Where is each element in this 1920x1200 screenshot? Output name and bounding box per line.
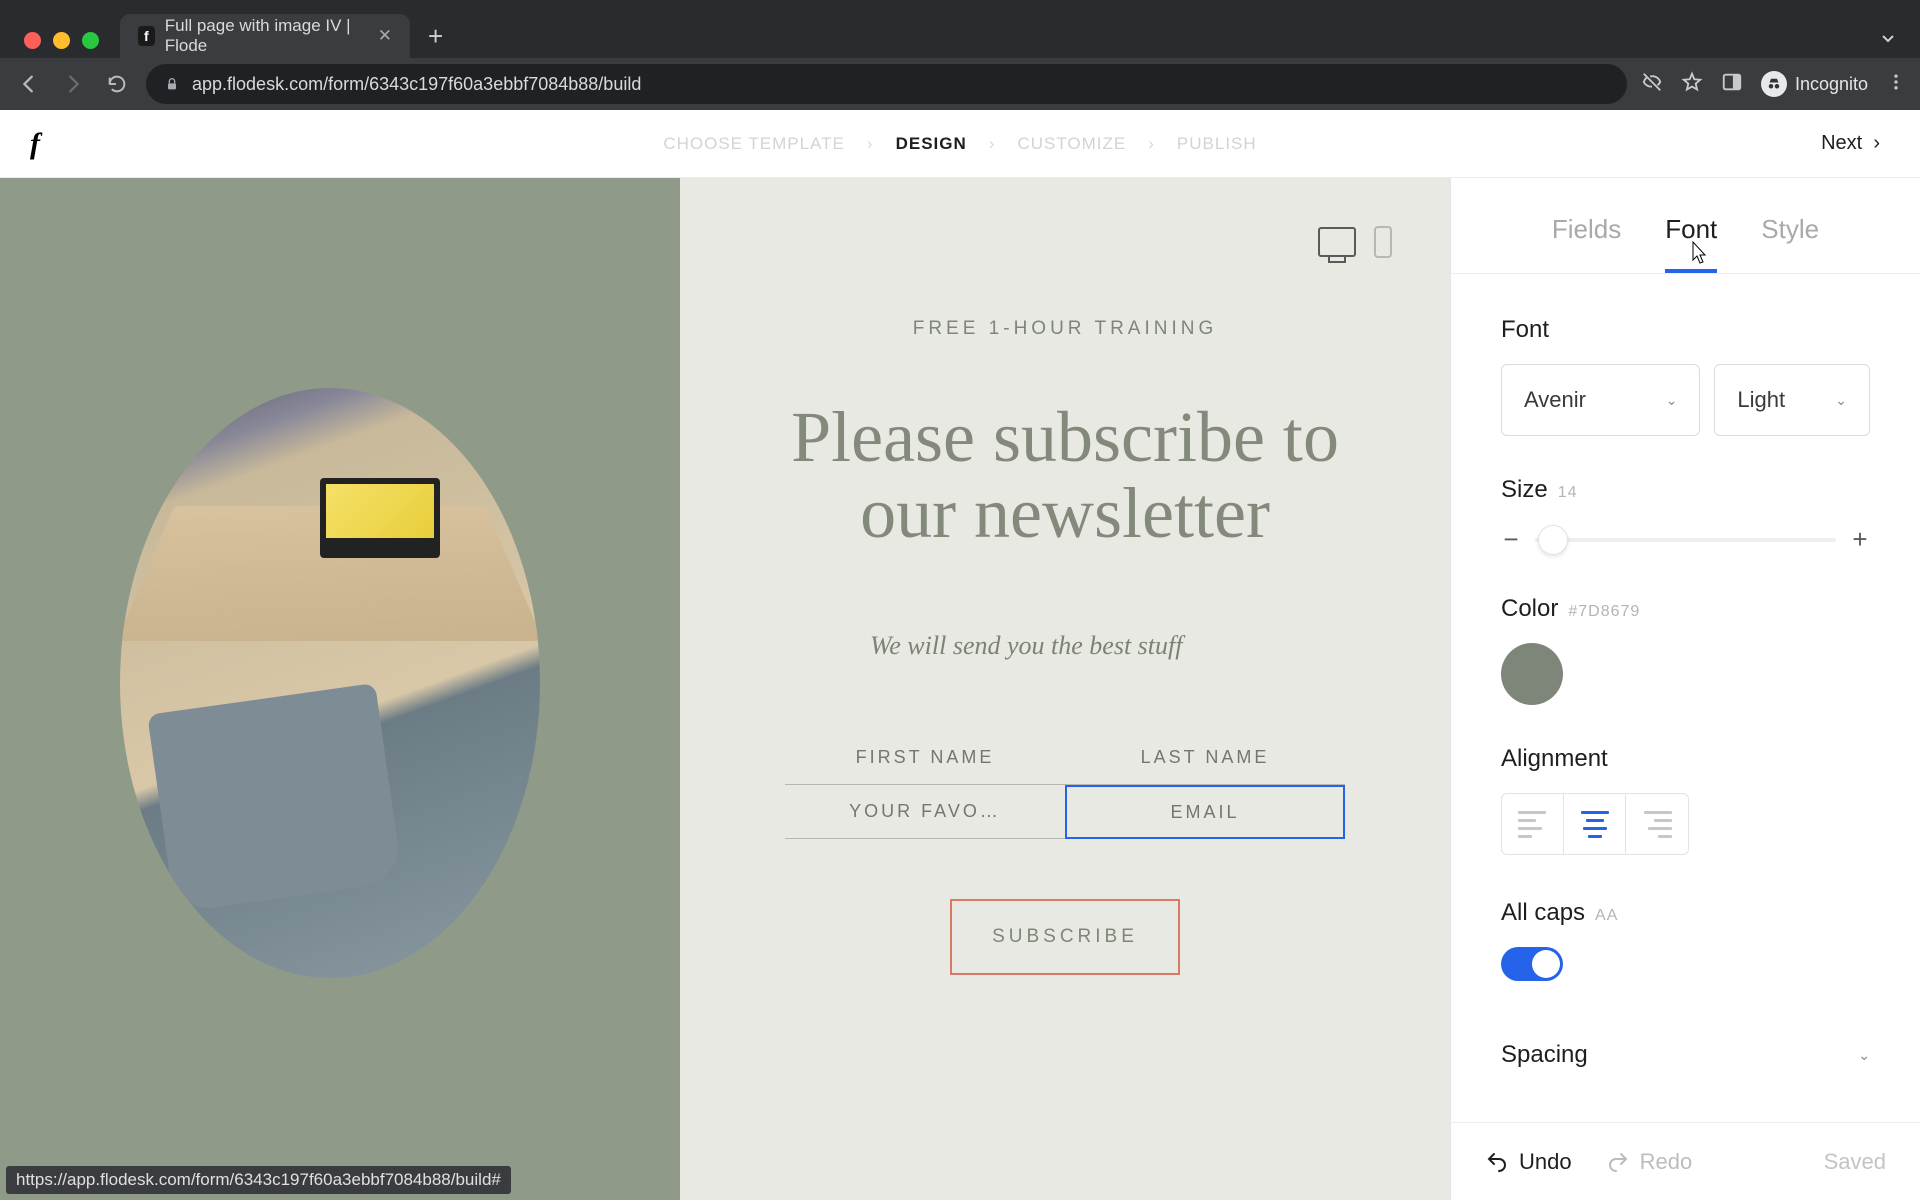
main: FREE 1-HOUR TRAINING Please subscribe to… <box>0 178 1920 1200</box>
next-button[interactable]: Next › <box>1821 132 1880 155</box>
tabs-dropdown-icon[interactable] <box>1878 28 1898 53</box>
spacing-section[interactable]: Spacing ⌄ <box>1501 1041 1870 1069</box>
size-slider-track[interactable] <box>1535 538 1836 542</box>
undo-icon <box>1485 1150 1509 1174</box>
font-family-value: Avenir <box>1524 387 1586 413</box>
allcaps-hint: AA <box>1595 907 1618 925</box>
tab-style[interactable]: Style <box>1761 214 1819 255</box>
incognito-indicator[interactable]: Incognito <box>1761 71 1868 97</box>
wizard-steps: CHOOSE TEMPLATE › DESIGN › CUSTOMIZE › P… <box>663 134 1256 154</box>
new-tab-button[interactable]: + <box>428 21 443 52</box>
close-window-icon[interactable] <box>24 32 41 49</box>
font-family-select[interactable]: Avenir ⌄ <box>1501 364 1700 436</box>
headline-text[interactable]: Please subscribe to our newsletter <box>760 400 1370 551</box>
font-selects: Avenir ⌄ Light ⌄ <box>1501 364 1870 436</box>
star-icon[interactable] <box>1681 71 1703 98</box>
favorite-field[interactable] <box>785 785 1065 839</box>
allcaps-toggle[interactable] <box>1501 947 1563 981</box>
browser-status-bar: https://app.flodesk.com/form/6343c197f60… <box>6 1166 511 1194</box>
tab-fields[interactable]: Fields <box>1552 214 1621 255</box>
eyebrow-text[interactable]: FREE 1-HOUR TRAINING <box>760 318 1370 340</box>
alignment-label: Alignment <box>1501 745 1870 773</box>
step-customize[interactable]: CUSTOMIZE <box>1017 134 1126 154</box>
panel-icon[interactable] <box>1721 71 1743 98</box>
redo-icon <box>1606 1150 1630 1174</box>
last-name-field[interactable] <box>1065 731 1345 785</box>
color-swatch[interactable] <box>1501 643 1563 705</box>
cursor-icon <box>1685 240 1709 268</box>
minimize-window-icon[interactable] <box>53 32 70 49</box>
app-header: f CHOOSE TEMPLATE › DESIGN › CUSTOMIZE ›… <box>0 110 1920 178</box>
size-decrease-button[interactable]: − <box>1501 524 1521 555</box>
incognito-label: Incognito <box>1795 74 1868 95</box>
first-name-field[interactable] <box>785 731 1065 785</box>
window-controls <box>24 32 99 49</box>
size-increase-button[interactable]: + <box>1850 524 1870 555</box>
allcaps-label-text: All caps <box>1501 899 1585 927</box>
size-label: Size 14 <box>1501 476 1870 504</box>
close-tab-icon[interactable]: ✕ <box>378 26 392 46</box>
step-design[interactable]: DESIGN <box>896 134 967 154</box>
alignment-group <box>1501 793 1689 855</box>
settings-sidebar: Fields Font Style Font Avenir ⌄ Light ⌄ … <box>1450 178 1920 1200</box>
email-field[interactable] <box>1065 785 1345 839</box>
subscribe-button[interactable]: SUBSCRIBE <box>950 899 1180 975</box>
subtext[interactable]: We will send you the best stuff <box>760 631 1370 661</box>
chevron-right-icon: › <box>1148 134 1155 154</box>
chevron-right-icon: › <box>989 134 996 154</box>
browser-tab[interactable]: f Full page with image IV | Flode ✕ <box>120 14 410 58</box>
redo-label: Redo <box>1640 1149 1693 1175</box>
allcaps-label: All caps AA <box>1501 899 1870 927</box>
size-slider: − + <box>1501 524 1870 555</box>
align-center-button[interactable] <box>1564 794 1626 854</box>
eye-off-icon[interactable] <box>1641 71 1663 98</box>
step-publish[interactable]: PUBLISH <box>1177 134 1257 154</box>
chevron-down-icon: ⌄ <box>1858 1047 1870 1064</box>
align-left-button[interactable] <box>1502 794 1564 854</box>
undo-button[interactable]: Undo <box>1485 1149 1572 1175</box>
fields-row-2 <box>760 785 1370 839</box>
color-value: #7D8679 <box>1568 603 1640 621</box>
redo-button[interactable]: Redo <box>1606 1149 1693 1175</box>
font-weight-value: Light <box>1737 387 1785 413</box>
kebab-menu-icon[interactable] <box>1886 72 1906 97</box>
reload-button[interactable] <box>102 73 132 95</box>
size-value: 14 <box>1558 484 1578 502</box>
save-status: Saved <box>1824 1149 1886 1175</box>
step-choose-template[interactable]: CHOOSE TEMPLATE <box>663 134 845 154</box>
hero-image <box>120 388 540 978</box>
lock-icon <box>164 76 180 92</box>
canvas[interactable]: FREE 1-HOUR TRAINING Please subscribe to… <box>0 178 1450 1200</box>
app-logo[interactable]: f <box>30 127 40 161</box>
favicon-icon: f <box>138 26 155 46</box>
url-text: app.flodesk.com/form/6343c197f60a3ebbf70… <box>192 74 641 95</box>
tab-strip: f Full page with image IV | Flode ✕ + <box>120 14 443 58</box>
address-bar[interactable]: app.flodesk.com/form/6343c197f60a3ebbf70… <box>146 64 1627 104</box>
toolbar-right: Incognito <box>1641 71 1906 98</box>
chevron-right-icon: › <box>867 134 874 154</box>
sidebar-body: Font Avenir ⌄ Light ⌄ Size 14 − <box>1451 274 1920 1122</box>
browser-chrome: f Full page with image IV | Flode ✕ + ap… <box>0 0 1920 110</box>
form-preview: FREE 1-HOUR TRAINING Please subscribe to… <box>680 178 1450 1200</box>
spacing-label: Spacing <box>1501 1041 1588 1069</box>
next-label: Next <box>1821 132 1862 154</box>
sidebar-footer: Undo Redo Saved <box>1451 1122 1920 1200</box>
forward-button <box>58 73 88 95</box>
back-button[interactable] <box>14 73 44 95</box>
undo-label: Undo <box>1519 1149 1572 1175</box>
chevron-down-icon: ⌄ <box>1835 392 1847 409</box>
fields-row-1 <box>760 731 1370 785</box>
color-label-text: Color <box>1501 595 1558 623</box>
omnibar: app.flodesk.com/form/6343c197f60a3ebbf70… <box>0 58 1920 110</box>
size-slider-thumb[interactable] <box>1538 525 1568 555</box>
chevron-down-icon: ⌄ <box>1666 392 1678 409</box>
size-label-text: Size <box>1501 476 1548 504</box>
color-label: Color #7D8679 <box>1501 595 1870 623</box>
tab-title: Full page with image IV | Flode <box>165 16 360 56</box>
font-weight-select[interactable]: Light ⌄ <box>1714 364 1870 436</box>
font-section-label: Font <box>1501 316 1870 344</box>
maximize-window-icon[interactable] <box>82 32 99 49</box>
incognito-icon <box>1761 71 1787 97</box>
align-right-button[interactable] <box>1626 794 1688 854</box>
